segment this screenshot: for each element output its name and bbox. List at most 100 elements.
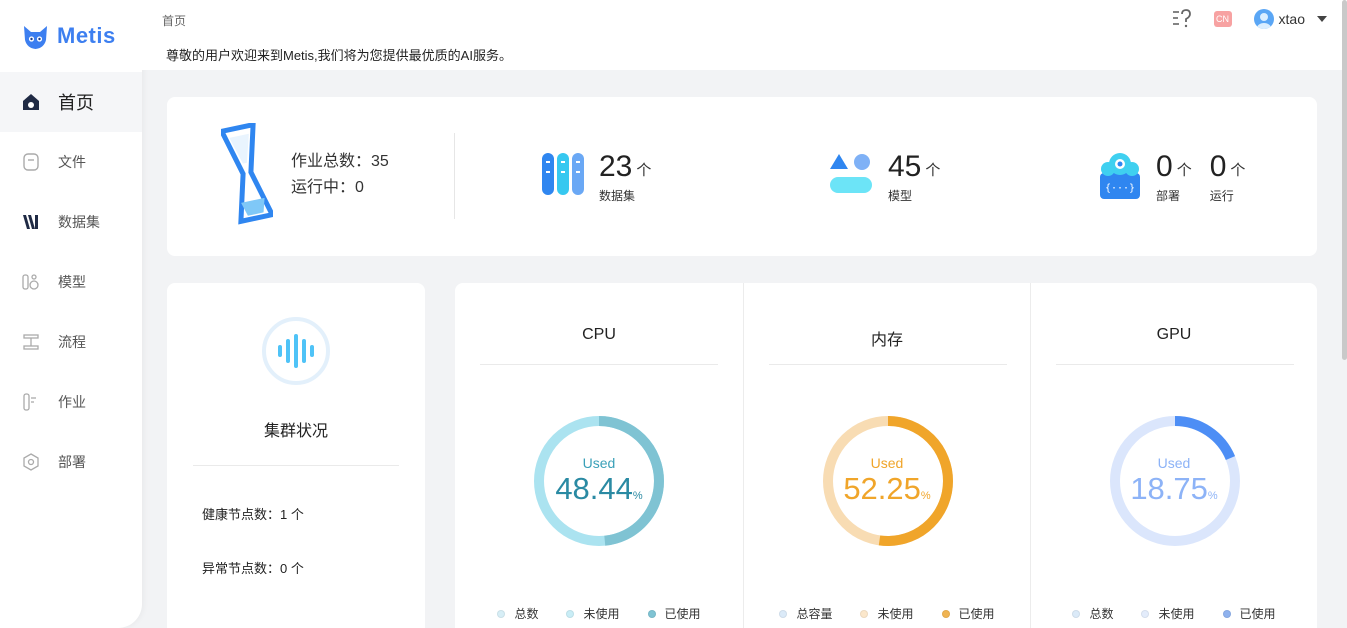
resource-title: 内存 [870, 332, 903, 349]
top-header: 首页 尊敬的用户欢迎来到Metis,我们将为您提供最优质的AI服务。 CN xt… [142, 0, 1347, 70]
sidebar-item-label: 作业 [58, 394, 86, 410]
stat-datasets[interactable]: 23 个 数据集 [541, 151, 651, 204]
legend-item[interactable]: 总数 [1072, 605, 1113, 622]
logo[interactable]: Metis [0, 0, 142, 72]
avatar [1253, 9, 1274, 29]
dataset-icon [542, 153, 584, 195]
sidebar-item-models[interactable]: 模型 [0, 252, 142, 312]
stat-running[interactable]: 0个 运行 [1210, 151, 1246, 204]
legend-dot [1222, 609, 1231, 618]
used-label: Used [1157, 455, 1191, 471]
model-shapes-icon [830, 154, 872, 193]
legend-item[interactable]: 总数 [497, 605, 538, 622]
legend-label: 未使用 [1158, 607, 1195, 621]
divider [1056, 364, 1294, 365]
stat-unit: 个 [636, 162, 652, 179]
chart-legend: 总数 未使用 已使用 [455, 605, 743, 622]
cluster-status-card: 集群状况 健康节点数：1 个 异常节点数：0 个 [167, 283, 425, 628]
percent-value: 18.75 [1130, 471, 1208, 506]
legend-label: 总数 [1089, 607, 1114, 621]
sidebar-item-home[interactable]: 首页 [0, 72, 142, 132]
legend-label: 未使用 [877, 607, 914, 621]
legend-dot [1072, 609, 1081, 618]
stat-label: 模型 [888, 189, 913, 203]
file-icon [22, 153, 40, 171]
cloud-deploy-icon: {···} [1100, 153, 1140, 199]
sidebar-item-label: 部署 [58, 454, 86, 470]
deploy-icon [22, 453, 40, 471]
dataset-icon [22, 213, 40, 231]
help-icon[interactable] [1172, 8, 1194, 30]
legend-label: 已使用 [958, 607, 995, 621]
legend-item[interactable]: 总容量 [779, 605, 832, 622]
sidebar: Metis 首页 文件 数据集 模型 流程 作业 部署 [0, 0, 142, 628]
stat-value: 23 [599, 150, 633, 183]
legend-dot [779, 609, 788, 618]
stat-unit: 个 [925, 162, 941, 179]
divider [769, 364, 1007, 365]
jobs-total: 作业总数：35 [291, 153, 389, 170]
model-icon [22, 273, 40, 291]
chart-legend: 总数 未使用 已使用 [1031, 605, 1317, 622]
legend-label: 总数 [514, 607, 539, 621]
legend-dot [566, 609, 575, 618]
sidebar-item-datasets[interactable]: 数据集 [0, 192, 142, 252]
divider [480, 364, 718, 365]
breadcrumb[interactable]: 首页 [162, 12, 186, 29]
language-switch[interactable]: CN [1213, 11, 1232, 27]
resource-usage-card: CPU Used 48.44% 总数 未使用 已使用 内存 Used 52.25% 总容量 未使用已… [455, 283, 1317, 628]
jobs-summary: 作业总数：35 运行中：0 [221, 123, 389, 227]
sidebar-item-jobs[interactable]: 作业 [0, 372, 142, 432]
legend-label: 已使用 [1239, 607, 1276, 621]
stat-value: 0 [1209, 150, 1227, 183]
job-icon [22, 393, 40, 411]
sidebar-item-deploy[interactable]: 部署 [0, 432, 142, 492]
sidebar-item-workflow[interactable]: 流程 [0, 312, 142, 372]
legend-label: 未使用 [583, 607, 620, 621]
divider [193, 465, 399, 466]
legend-item[interactable]: 已使用 [1222, 605, 1276, 622]
stat-unit: 个 [1176, 162, 1192, 179]
legend-item[interactable]: 未使用 [860, 605, 914, 622]
legend-label: 已使用 [664, 607, 701, 621]
legend-item[interactable]: 未使用 [566, 605, 620, 622]
healthy-nodes: 健康节点数：1 个 [202, 507, 304, 522]
stat-models[interactable]: 45 个 模型 [828, 151, 940, 204]
percent-unit: % [920, 490, 931, 502]
scrollbar[interactable] [1342, 0, 1347, 360]
user-menu[interactable]: xtao [1253, 9, 1327, 29]
stat-unit: 个 [1230, 162, 1246, 179]
sidebar-item-label: 数据集 [58, 214, 100, 230]
percent-value: 52.25 [843, 471, 921, 506]
resource-cpu: CPU Used 48.44% 总数 未使用 已使用 [455, 283, 743, 628]
stat-value: 0 [1156, 150, 1173, 183]
cluster-title: 集群状况 [263, 423, 328, 440]
chart-legend: 总容量 未使用 已使用 [744, 605, 1030, 622]
legend-item[interactable]: 已使用 [941, 605, 995, 622]
metis-logo-icon [24, 25, 47, 49]
legend-item[interactable]: 已使用 [647, 605, 701, 622]
username: xtao [1278, 11, 1305, 27]
legend-dot [497, 609, 506, 618]
legend-item[interactable]: 未使用 [1141, 605, 1195, 622]
sidebar-item-label: 文件 [58, 154, 86, 170]
sidebar-item-label: 模型 [58, 274, 86, 290]
hourglass-icon [221, 123, 273, 225]
abnormal-nodes: 异常节点数：0 个 [202, 561, 304, 576]
legend-dot [860, 609, 869, 618]
summary-card: 作业总数：35 运行中：0 23 个 数据集 45 个 模型 {···} 0 个… [167, 97, 1317, 256]
stat-deploy[interactable]: {···} 0个 部署 0个 运行 [1098, 151, 1245, 204]
chevron-down-icon [1317, 16, 1327, 22]
stat-label: 数据集 [599, 189, 636, 203]
resource-title: GPU [1156, 326, 1192, 343]
jobs-running: 运行中：0 [291, 179, 364, 196]
sidebar-item-files[interactable]: 文件 [0, 132, 142, 192]
stat-label: 运行 [1209, 189, 1234, 203]
welcome-message: 尊敬的用户欢迎来到Metis,我们将为您提供最优质的AI服务。 [166, 48, 512, 63]
divider [454, 133, 455, 219]
legend-dot [1141, 609, 1150, 618]
percent-value: 48.44 [555, 471, 633, 506]
legend-label: 总容量 [796, 607, 833, 621]
signal-wave-icon [262, 317, 330, 385]
app-name: Metis [57, 23, 116, 48]
